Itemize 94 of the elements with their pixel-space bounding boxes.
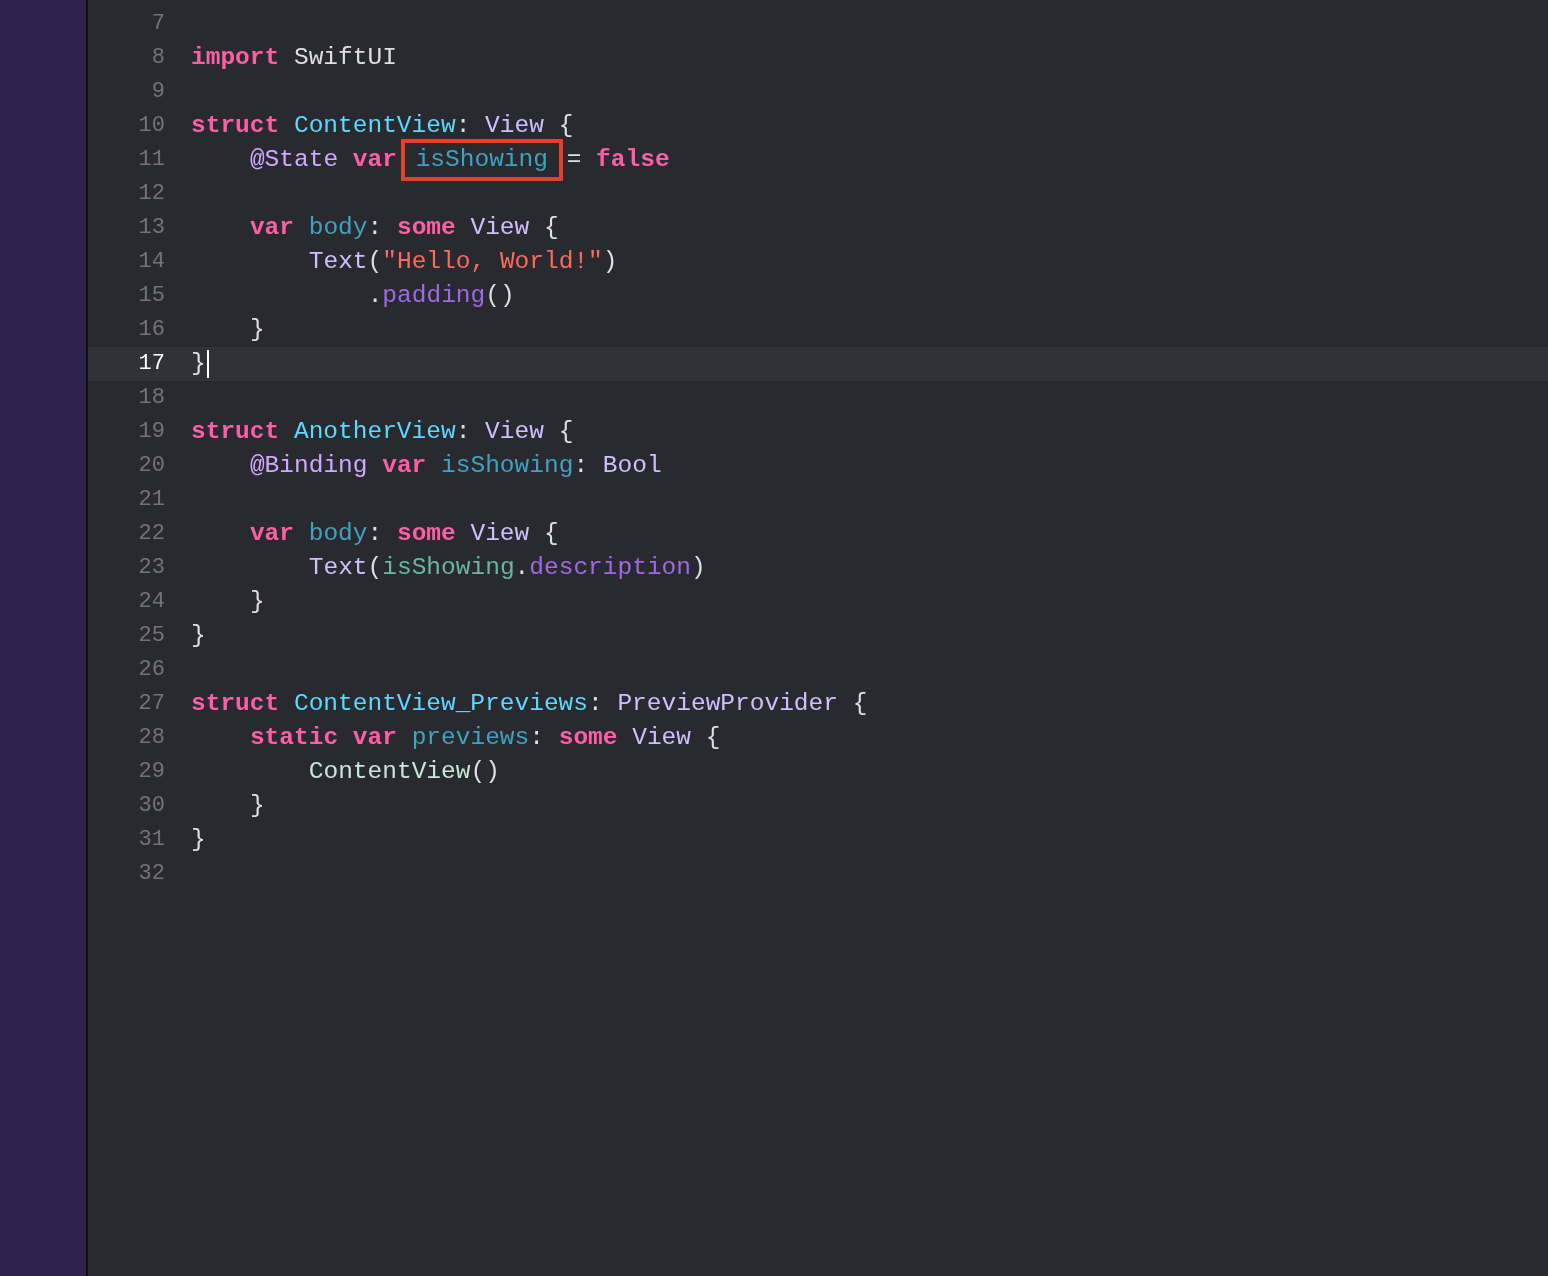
line-number: 30 — [138, 792, 165, 820]
line-number: 32 — [138, 860, 165, 888]
line-number: 9 — [151, 78, 165, 106]
line-number: 19 — [138, 418, 165, 446]
line-number: 11 — [138, 146, 165, 174]
line-number: 15 — [138, 282, 165, 310]
text-cursor — [206, 350, 209, 378]
type-name: ContentView — [308, 757, 471, 787]
type-name: AnotherView — [293, 417, 456, 447]
code-keyword: static — [249, 723, 339, 753]
code-keyword: false — [596, 145, 670, 175]
type-name: ContentView — [293, 111, 456, 141]
type-name: View — [470, 519, 530, 549]
code-attribute: @State — [249, 145, 339, 175]
code-text: ) — [602, 247, 618, 277]
code-keyword: var — [249, 519, 294, 549]
line-number: 23 — [138, 554, 165, 582]
property-name: isShowing — [441, 451, 574, 481]
code-keyword: var — [382, 451, 427, 481]
code-text: = — [566, 145, 582, 175]
property-name: body — [308, 519, 368, 549]
code-keyword: var — [249, 213, 294, 243]
line-number: 12 — [138, 180, 165, 208]
line-number: 7 — [151, 10, 165, 38]
line-number: 16 — [138, 316, 165, 344]
type-name: PreviewProvider — [617, 689, 838, 719]
line-number: 31 — [138, 826, 165, 854]
code-text: ) — [691, 553, 706, 583]
code-text: : — [529, 723, 544, 753]
string-literal: "Hello, World!" — [382, 247, 603, 277]
code-text: ( — [367, 553, 383, 583]
code-text: . — [514, 553, 530, 583]
code-text: () — [485, 281, 515, 311]
line-number: 8 — [151, 44, 165, 72]
type-name: View — [470, 213, 530, 243]
line-number: 27 — [138, 690, 165, 718]
type-name: Text — [308, 247, 368, 277]
code-text: { — [852, 689, 868, 719]
type-name: Text — [308, 553, 368, 583]
property-name: body — [308, 213, 368, 243]
code-text: ( — [367, 247, 383, 277]
code-text: { — [558, 417, 574, 447]
code-keyword: var — [352, 145, 397, 175]
method-name: description — [529, 553, 692, 583]
code-text: { — [705, 723, 721, 753]
method-name: padding — [382, 281, 486, 311]
code-text: } — [249, 791, 265, 821]
code-text: { — [558, 111, 574, 141]
line-number: 29 — [138, 758, 165, 786]
code-keyword: some — [558, 723, 618, 753]
code-attribute: @Binding — [249, 451, 368, 481]
code-text: : — [367, 519, 383, 549]
code-text: . — [367, 281, 383, 311]
type-name: View — [485, 111, 544, 141]
code-keyword: some — [396, 519, 456, 549]
code-text: : — [588, 689, 603, 719]
line-number: 24 — [138, 588, 165, 616]
line-number: 26 — [138, 656, 165, 684]
line-number: 14 — [138, 248, 165, 276]
code-text: { — [544, 213, 559, 243]
line-number: 22 — [138, 520, 165, 548]
line-number: 10 — [138, 112, 165, 140]
code-text: } — [191, 825, 206, 855]
line-number: 25 — [138, 622, 165, 650]
code-keyword: struct — [191, 111, 280, 141]
type-name: ContentView_Previews — [293, 689, 588, 719]
code-text: : — [455, 111, 471, 141]
line-number: 20 — [138, 452, 165, 480]
line-number: 13 — [138, 214, 165, 242]
type-name: View — [632, 723, 692, 753]
code-keyword: struct — [191, 417, 280, 447]
code-text: : — [455, 417, 471, 447]
code-text: { — [544, 519, 559, 549]
code-text: } — [249, 587, 265, 617]
code-text: SwiftUI — [293, 43, 397, 73]
code-text: () — [470, 757, 500, 787]
code-text: } — [191, 621, 206, 651]
property-name: previews — [411, 723, 530, 753]
property-name: isShowing — [382, 553, 515, 583]
code-keyword: var — [352, 723, 397, 753]
code-text: : — [367, 213, 383, 243]
code-text: : — [573, 451, 589, 481]
line-number: 18 — [138, 384, 165, 412]
code-keyword: import — [191, 43, 280, 73]
type-name: View — [485, 417, 544, 447]
code-text: } — [249, 315, 265, 345]
line-number: 17 — [138, 350, 165, 378]
line-number: 28 — [138, 724, 165, 752]
line-number: 21 — [138, 486, 165, 514]
code-text: } — [191, 349, 206, 379]
code-keyword: struct — [191, 689, 280, 719]
code-keyword: some — [396, 213, 456, 243]
type-name: Bool — [602, 451, 662, 481]
property-name: isShowing — [400, 139, 563, 181]
